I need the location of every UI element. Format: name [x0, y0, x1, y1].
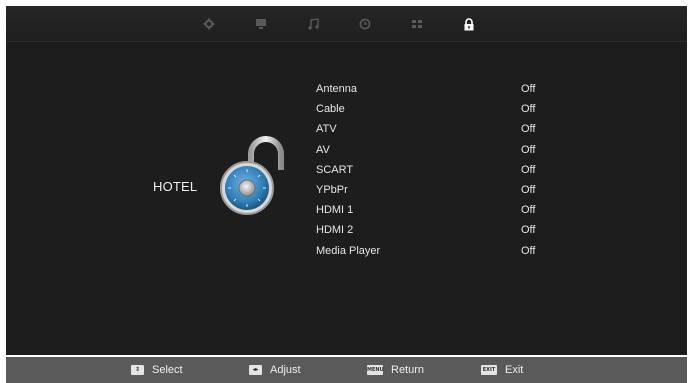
source-label: Antenna [316, 83, 357, 95]
tab-time[interactable] [352, 14, 378, 34]
source-label: YPbPr [316, 183, 348, 196]
tab-lock[interactable] [456, 14, 482, 34]
leftright-key-icon: ◂▸ [249, 365, 262, 375]
hint-adjust-label: Adjust [270, 364, 301, 376]
hint-exit-label: Exit [505, 364, 524, 376]
list-item[interactable]: HDMI 1 Off [316, 200, 556, 220]
hint-adjust: ◂▸ Adjust [249, 363, 301, 377]
source-lock-value: Off [521, 204, 536, 217]
list-item[interactable]: YPbPr Off [316, 180, 556, 200]
exit-key-icon: EXIT [481, 365, 497, 375]
padlock-graphic [217, 136, 285, 222]
hint-return-label: Return [391, 364, 425, 376]
tab-picture[interactable] [196, 14, 222, 34]
hint-exit: EXIT Exit [481, 363, 523, 377]
source-label: Media Player [316, 244, 381, 257]
music-note-icon [308, 18, 319, 30]
source-lock-value: Off [521, 224, 536, 237]
category-label: HOTEL [153, 179, 198, 194]
list-item[interactable]: AV Off [316, 140, 556, 160]
list-item[interactable]: Media Player Off [316, 241, 556, 261]
hint-return: MENU Return [367, 363, 424, 377]
source-lock-value: Off [521, 123, 536, 136]
source-label: AV [316, 143, 330, 156]
source-lock-value: Off [521, 244, 536, 257]
menu-tab-bar [6, 6, 687, 42]
list-item[interactable]: ATV Off [316, 119, 556, 139]
source-label: HDMI 2 [316, 224, 354, 237]
source-lock-value: Off [521, 143, 536, 156]
list-item[interactable]: Antenna Off [316, 79, 556, 99]
gear-icon [203, 18, 215, 30]
menu-screen: HOTEL Antenna Off Cable Off ATV Off AV O… [6, 6, 687, 355]
source-label: HDMI 1 [316, 204, 354, 217]
source-label: Cable [316, 103, 345, 116]
list-item[interactable]: SCART Off [316, 160, 556, 180]
key-hint-bar: ⇕ Select ◂▸ Adjust MENU Return EXIT Exit [6, 357, 687, 383]
source-lock-value: Off [521, 103, 536, 116]
source-lock-value: Off [521, 183, 536, 196]
hint-select: ⇕ Select [131, 363, 183, 377]
list-item[interactable]: HDMI 2 Off [316, 220, 556, 240]
lock-icon [464, 17, 474, 30]
menu-key-icon: MENU [367, 365, 384, 375]
source-label: ATV [316, 123, 337, 136]
source-label: SCART [316, 163, 354, 176]
source-lock-value: Off [521, 83, 536, 95]
tab-screen[interactable] [248, 14, 274, 34]
clock-icon [359, 18, 371, 30]
updown-key-icon: ⇕ [131, 365, 144, 375]
list-item[interactable]: Cable Off [316, 99, 556, 119]
source-lock-value: Off [521, 163, 536, 176]
grid-icon [412, 20, 422, 28]
source-lock-list: Antenna Off Cable Off ATV Off AV Off SCA… [316, 79, 556, 261]
tab-setup[interactable] [404, 14, 430, 34]
padlock-icon [220, 136, 284, 215]
monitor-icon [256, 19, 266, 29]
hint-select-label: Select [152, 364, 183, 376]
tab-sound[interactable] [300, 14, 326, 34]
